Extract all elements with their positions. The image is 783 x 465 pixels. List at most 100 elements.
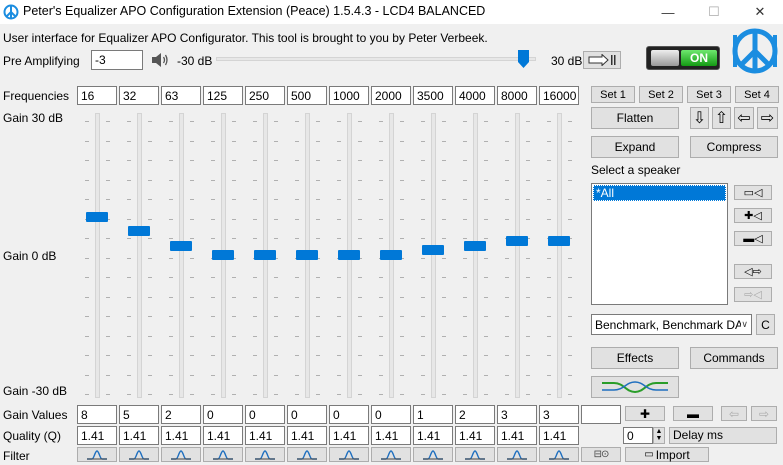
quality-input[interactable]: 1.41 bbox=[413, 426, 453, 445]
gain-slider-track[interactable] bbox=[515, 113, 520, 398]
frequency-input[interactable]: 8000 bbox=[497, 86, 537, 105]
filter-button[interactable] bbox=[371, 447, 411, 462]
filter-button[interactable] bbox=[119, 447, 159, 462]
gain-value-input[interactable]: 0 bbox=[371, 405, 411, 424]
gain-slider-thumb[interactable] bbox=[422, 245, 444, 256]
gain-slider-track[interactable] bbox=[473, 113, 478, 398]
filter-button[interactable] bbox=[245, 447, 285, 462]
gain-slider-track[interactable] bbox=[179, 113, 184, 398]
frequency-input[interactable]: 1000 bbox=[329, 86, 369, 105]
gain-slider-thumb[interactable] bbox=[338, 250, 360, 260]
gain-slider-thumb[interactable] bbox=[86, 212, 108, 222]
delay-spinner[interactable]: ▲ ▼ bbox=[653, 427, 665, 444]
frequency-input[interactable]: 4000 bbox=[455, 86, 495, 105]
gain-slider-track[interactable] bbox=[557, 113, 562, 398]
quality-input[interactable]: 1.41 bbox=[497, 426, 537, 445]
filter-button[interactable] bbox=[455, 447, 495, 462]
frequency-input[interactable]: 2000 bbox=[371, 86, 411, 105]
quality-input[interactable]: 1.41 bbox=[203, 426, 243, 445]
gain-value-input[interactable]: 0 bbox=[329, 405, 369, 424]
extra-gain-box[interactable] bbox=[581, 405, 621, 424]
quality-input[interactable]: 1.41 bbox=[329, 426, 369, 445]
maximize-button[interactable]: ☐ bbox=[691, 0, 737, 24]
commands-button[interactable]: Commands bbox=[690, 347, 778, 369]
set-button-3[interactable]: Set 3 bbox=[687, 86, 731, 103]
pre-amp-input[interactable]: -3 bbox=[91, 50, 143, 70]
quality-input[interactable]: 1.41 bbox=[119, 426, 159, 445]
pre-amp-slider-track[interactable] bbox=[216, 57, 536, 61]
gain-value-input[interactable]: 0 bbox=[287, 405, 327, 424]
quality-input[interactable]: 1.41 bbox=[161, 426, 201, 445]
quality-input[interactable]: 1.41 bbox=[287, 426, 327, 445]
frequency-input[interactable]: 3500 bbox=[413, 86, 453, 105]
frequency-input[interactable]: 125 bbox=[203, 86, 243, 105]
filter-button[interactable] bbox=[161, 447, 201, 462]
frequency-input[interactable]: 250 bbox=[245, 86, 285, 105]
quality-input[interactable]: 1.41 bbox=[77, 426, 117, 445]
arrow-left-button[interactable]: ⇦ bbox=[734, 107, 754, 129]
set-button-2[interactable]: Set 2 bbox=[639, 86, 683, 103]
gain-value-input[interactable]: 2 bbox=[455, 405, 495, 424]
gain-value-input[interactable]: 2 bbox=[161, 405, 201, 424]
band-left-button[interactable]: ⇦ bbox=[721, 406, 747, 421]
frequency-input[interactable]: 16 bbox=[77, 86, 117, 105]
gain-slider-thumb[interactable] bbox=[128, 226, 150, 237]
filter-button[interactable] bbox=[203, 447, 243, 462]
speaker-list[interactable]: *All bbox=[591, 183, 728, 305]
filter-eq-button[interactable]: ⊟⊙ bbox=[581, 447, 621, 462]
gain-slider-thumb[interactable] bbox=[254, 250, 276, 260]
delay-input[interactable]: 0 bbox=[623, 427, 653, 444]
add-band-button[interactable]: ✚ bbox=[625, 406, 665, 421]
quality-input[interactable]: 1.41 bbox=[371, 426, 411, 445]
quality-input[interactable]: 1.41 bbox=[455, 426, 495, 445]
gain-slider-thumb[interactable] bbox=[548, 235, 570, 246]
gain-slider-thumb[interactable] bbox=[464, 240, 486, 251]
gain-slider-thumb[interactable] bbox=[506, 235, 528, 246]
filter-button[interactable] bbox=[287, 447, 327, 462]
gain-slider-thumb[interactable] bbox=[170, 240, 192, 251]
filter-button[interactable] bbox=[539, 447, 579, 462]
gain-value-input[interactable]: 8 bbox=[77, 405, 117, 424]
flatten-button[interactable]: Flatten bbox=[591, 107, 679, 129]
pre-amp-transfer-button[interactable] bbox=[583, 51, 621, 69]
gain-slider-track[interactable] bbox=[137, 113, 142, 398]
gain-value-input[interactable]: 0 bbox=[203, 405, 243, 424]
import-button[interactable]: ▭ Import bbox=[625, 447, 709, 462]
filter-button[interactable] bbox=[413, 447, 453, 462]
set-button-1[interactable]: Set 1 bbox=[591, 86, 635, 103]
gain-slider-thumb[interactable] bbox=[212, 250, 234, 260]
gain-slider-track[interactable] bbox=[95, 113, 100, 398]
remove-band-button[interactable]: ▬ bbox=[673, 406, 713, 421]
curve-button[interactable] bbox=[591, 376, 679, 398]
quality-input[interactable]: 1.41 bbox=[539, 426, 579, 445]
device-c-button[interactable]: C bbox=[756, 314, 775, 335]
close-button[interactable]: ✕ bbox=[737, 0, 783, 24]
device-select[interactable]: Benchmark, Benchmark DAC2 ∨ bbox=[591, 314, 752, 335]
set-button-4[interactable]: Set 4 bbox=[735, 86, 779, 103]
arrow-up-button[interactable]: ⇧ bbox=[712, 107, 731, 129]
minimize-button[interactable]: — bbox=[645, 0, 691, 24]
speaker-swap-button[interactable]: ◁⇨ bbox=[734, 264, 772, 279]
gain-value-input[interactable]: 1 bbox=[413, 405, 453, 424]
gain-value-input[interactable]: 3 bbox=[497, 405, 537, 424]
speaker-remove-button[interactable]: ▬◁ bbox=[734, 231, 772, 246]
filter-button[interactable] bbox=[329, 447, 369, 462]
arrow-right-button[interactable]: ⇨ bbox=[757, 107, 778, 129]
frequency-input[interactable]: 16000 bbox=[539, 86, 579, 105]
filter-button[interactable] bbox=[77, 447, 117, 462]
frequency-input[interactable]: 63 bbox=[161, 86, 201, 105]
gain-slider-track[interactable] bbox=[431, 113, 436, 398]
quality-input[interactable]: 1.41 bbox=[245, 426, 285, 445]
speaker-add-button[interactable]: ✚◁ bbox=[734, 208, 772, 223]
compress-button[interactable]: Compress bbox=[690, 136, 778, 158]
speaker-single-button[interactable]: ▭◁ bbox=[734, 185, 772, 200]
filter-button[interactable] bbox=[497, 447, 537, 462]
speaker-transfer-button[interactable]: ⇨◁ bbox=[734, 287, 772, 302]
arrow-down-button[interactable]: ⇩ bbox=[690, 107, 709, 129]
gain-value-input[interactable]: 3 bbox=[539, 405, 579, 424]
expand-button[interactable]: Expand bbox=[591, 136, 679, 158]
effects-button[interactable]: Effects bbox=[591, 347, 679, 369]
frequency-input[interactable]: 32 bbox=[119, 86, 159, 105]
gain-value-input[interactable]: 0 bbox=[245, 405, 285, 424]
gain-slider-thumb[interactable] bbox=[296, 250, 318, 260]
